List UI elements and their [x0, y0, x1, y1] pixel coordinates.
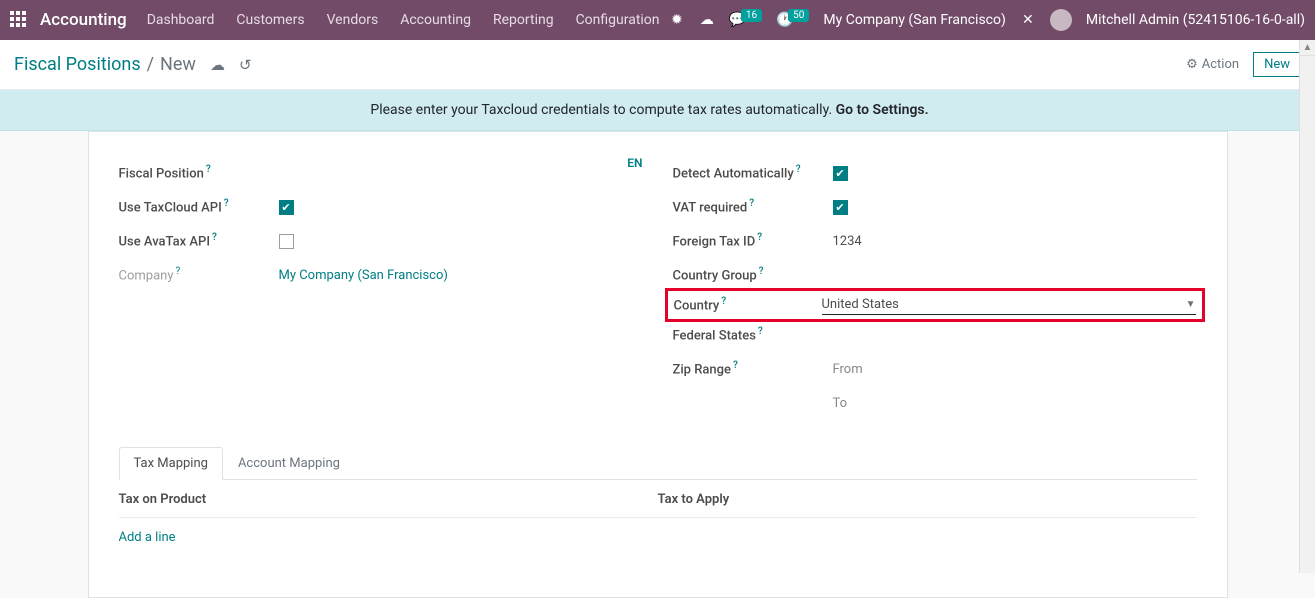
alert-banner: Please enter your Taxcloud credentials t…: [0, 90, 1299, 131]
use-avatax-checkbox[interactable]: [279, 234, 294, 249]
breadcrumb-root[interactable]: Fiscal Positions: [14, 54, 141, 75]
support-icon[interactable]: ☁: [699, 12, 715, 28]
form-sheet: EN Fiscal Position? Use TaxCloud API? ✔ …: [88, 131, 1228, 598]
label-detect-auto: Detect Automatically?: [673, 164, 833, 181]
messages-badge: 16: [741, 9, 762, 22]
detect-auto-checkbox[interactable]: ✔: [833, 166, 848, 181]
nav-dashboard[interactable]: Dashboard: [147, 12, 215, 28]
col-tax-on-product: Tax on Product: [119, 492, 658, 507]
help-icon[interactable]: ?: [224, 198, 229, 209]
add-line-link[interactable]: Add a line: [119, 518, 1197, 557]
country-dropdown[interactable]: United States ▼: [822, 295, 1196, 315]
gear-icon: ⚙: [1186, 57, 1198, 72]
nav-reporting[interactable]: Reporting: [493, 12, 554, 28]
country-field-highlight: Country? United States ▼: [665, 288, 1205, 322]
debug-icon[interactable]: ✹: [669, 12, 685, 28]
label-use-avatax: Use AvaTax API?: [119, 232, 279, 249]
company-switcher[interactable]: My Company (San Francisco): [823, 12, 1005, 28]
tools-icon[interactable]: ✕: [1020, 12, 1036, 28]
label-use-taxcloud: Use TaxCloud API?: [119, 198, 279, 215]
activities-badge: 50: [788, 9, 809, 22]
help-icon[interactable]: ?: [757, 232, 762, 243]
col-tax-to-apply: Tax to Apply: [658, 492, 1197, 507]
action-menu[interactable]: ⚙Action: [1186, 57, 1239, 72]
tab-account-mapping[interactable]: Account Mapping: [223, 447, 355, 480]
nav-customers[interactable]: Customers: [236, 12, 304, 28]
tab-tax-mapping[interactable]: Tax Mapping: [119, 447, 223, 480]
zip-from-input[interactable]: From: [833, 362, 1197, 377]
cloud-save-icon[interactable]: ☁: [210, 56, 225, 74]
user-menu[interactable]: Mitchell Admin (52415106-16-0-all): [1086, 12, 1305, 28]
help-icon[interactable]: ?: [212, 232, 217, 243]
use-taxcloud-checkbox[interactable]: ✔: [279, 200, 294, 215]
label-country-group: Country Group?: [673, 266, 833, 283]
label-company: Company?: [119, 266, 279, 283]
label-vat-required: VAT required?: [673, 198, 833, 215]
zip-to-input[interactable]: To: [833, 396, 1197, 411]
help-icon[interactable]: ?: [206, 164, 211, 175]
scrollbar[interactable]: ▲: [1299, 40, 1315, 573]
chevron-down-icon[interactable]: ▼: [1186, 299, 1196, 310]
apps-icon[interactable]: [10, 11, 28, 29]
help-icon[interactable]: ?: [749, 198, 754, 209]
new-button[interactable]: New: [1253, 52, 1301, 77]
avatar[interactable]: [1050, 9, 1072, 31]
label-fiscal-position: Fiscal Position?: [119, 164, 279, 181]
help-icon[interactable]: ?: [733, 360, 738, 371]
foreign-tax-value[interactable]: 1234: [833, 234, 1197, 249]
label-country: Country?: [674, 296, 822, 313]
nav-configuration[interactable]: Configuration: [576, 12, 660, 28]
brand-title: Accounting: [40, 10, 127, 30]
label-federal-states: Federal States?: [673, 326, 833, 343]
help-icon[interactable]: ?: [759, 266, 764, 277]
nav-vendors[interactable]: Vendors: [327, 12, 379, 28]
activities-button[interactable]: 🕐50: [776, 12, 809, 28]
help-icon[interactable]: ?: [175, 266, 180, 277]
nav-accounting[interactable]: Accounting: [400, 12, 471, 28]
help-icon[interactable]: ?: [758, 326, 763, 337]
breadcrumb: Fiscal Positions / New: [14, 54, 196, 75]
help-icon[interactable]: ?: [721, 296, 726, 307]
vat-required-checkbox[interactable]: ✔: [833, 200, 848, 215]
discard-icon[interactable]: ↺: [239, 56, 252, 74]
company-link[interactable]: My Company (San Francisco): [279, 268, 448, 283]
help-icon[interactable]: ?: [796, 164, 801, 175]
scroll-up-icon[interactable]: ▲: [1300, 40, 1315, 56]
country-value: United States: [822, 297, 1186, 312]
breadcrumb-current: New: [160, 54, 196, 75]
lang-toggle[interactable]: EN: [627, 156, 642, 170]
go-to-settings-link[interactable]: Go to Settings.: [836, 102, 929, 118]
label-zip-range: Zip Range?: [673, 360, 833, 377]
messages-button[interactable]: 💬16: [729, 12, 762, 28]
label-foreign-tax: Foreign Tax ID?: [673, 232, 833, 249]
breadcrumb-sep: /: [147, 54, 154, 75]
